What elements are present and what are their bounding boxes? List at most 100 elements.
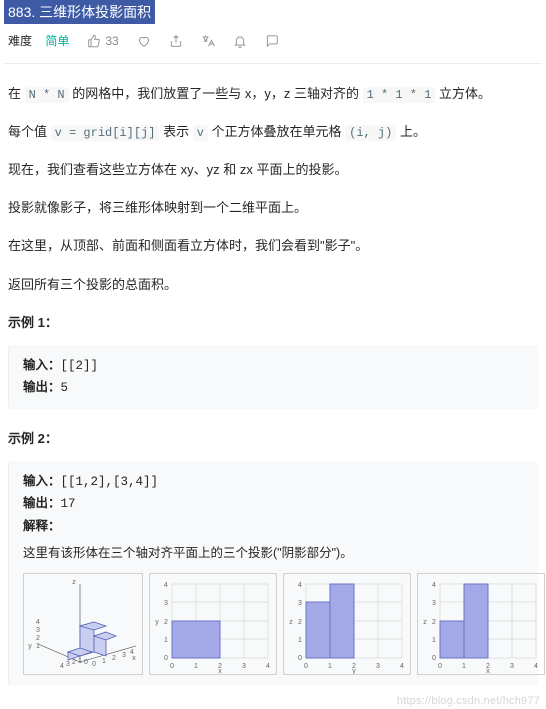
svg-text:3: 3	[36, 627, 40, 634]
text: 在	[8, 86, 25, 101]
svg-text:4: 4	[534, 663, 538, 670]
feedback-icon	[265, 34, 279, 48]
problem-content: 在 N * N 的网格中，我们放置了一些与 x，y，z 三轴对齐的 1 * 1 …	[4, 64, 542, 709]
svg-text:z: z	[72, 579, 76, 586]
svg-text:2: 2	[298, 619, 302, 626]
svg-text:1: 1	[328, 663, 332, 670]
inline-code: 1 * 1 * 1	[363, 87, 436, 103]
explain-label: 解释：	[23, 519, 61, 533]
figure-yz-projection: 01234 01234 yz	[283, 573, 411, 675]
svg-text:1: 1	[298, 637, 302, 644]
meta-row: 难度 简单 33	[4, 24, 542, 64]
text: 表示	[159, 124, 192, 139]
svg-text:0: 0	[164, 655, 168, 662]
svg-text:0: 0	[304, 663, 308, 670]
svg-text:0: 0	[438, 663, 442, 670]
figure-3d: y x z 4321 43210 01234	[23, 573, 143, 675]
paragraph: 返回所有三个投影的总面积。	[8, 273, 538, 297]
svg-text:x: x	[486, 668, 490, 674]
svg-text:x: x	[132, 655, 136, 662]
svg-text:2: 2	[432, 619, 436, 626]
inline-code: (i, j)	[345, 125, 396, 141]
svg-text:4: 4	[130, 649, 134, 656]
favorite-button[interactable]	[137, 34, 151, 48]
watermark: https://blog.csdn.net/hch977	[397, 695, 540, 707]
svg-text:2: 2	[112, 655, 116, 662]
inline-code: v = grid[i][j]	[51, 125, 160, 141]
paragraph: 在 N * N 的网格中，我们放置了一些与 x，y，z 三轴对齐的 1 * 1 …	[8, 82, 538, 106]
svg-text:0: 0	[170, 663, 174, 670]
svg-text:1: 1	[36, 643, 40, 650]
feedback-button[interactable]	[265, 34, 279, 48]
notify-button[interactable]	[233, 34, 247, 48]
text: 上。	[396, 124, 426, 139]
input-label: 输入：	[23, 358, 61, 372]
svg-text:0: 0	[92, 661, 96, 668]
svg-text:3: 3	[298, 600, 302, 607]
svg-text:2: 2	[72, 659, 76, 666]
svg-text:1: 1	[432, 637, 436, 644]
figure-zx-projection: 01234 01234 xz	[417, 573, 545, 675]
paragraph: 在这里，从顶部、前面和侧面看立方体时，我们会看到"影子"。	[8, 234, 538, 258]
share-icon	[169, 34, 183, 48]
input-value: [[1,2],[3,4]]	[61, 475, 159, 489]
explain-text: 这里有该形体在三个轴对齐平面上的三个投影("阴影部分")。	[23, 542, 524, 565]
like-button[interactable]: 33	[87, 34, 118, 48]
svg-text:2: 2	[36, 635, 40, 642]
svg-text:3: 3	[242, 663, 246, 670]
svg-text:y: y	[155, 619, 159, 626]
bell-icon	[233, 34, 247, 48]
svg-text:4: 4	[60, 663, 64, 670]
svg-text:4: 4	[432, 582, 436, 589]
paragraph: 投影就像影子，将三维形体映射到一个二维平面上。	[8, 196, 538, 220]
paragraph: 现在，我们查看这些立方体在 xy、yz 和 zx 平面上的投影。	[8, 158, 538, 182]
text: 立方体。	[435, 86, 491, 101]
svg-text:3: 3	[122, 652, 126, 659]
inline-code: v	[193, 125, 208, 141]
share-button[interactable]	[169, 34, 183, 48]
svg-text:0: 0	[432, 655, 436, 662]
translate-icon	[201, 34, 215, 48]
translate-button[interactable]	[201, 34, 215, 48]
figure-xy-projection: 01234 01234 xy	[149, 573, 277, 675]
svg-text:4: 4	[298, 582, 302, 589]
input-label: 输入：	[23, 474, 61, 488]
output-label: 输出：	[23, 380, 61, 394]
svg-text:3: 3	[432, 600, 436, 607]
thumbs-up-icon	[87, 34, 101, 48]
svg-text:1: 1	[78, 658, 82, 665]
output-value: 5	[61, 381, 69, 395]
svg-text:4: 4	[400, 663, 404, 670]
svg-text:4: 4	[164, 582, 168, 589]
paragraph: 每个值 v = grid[i][j] 表示 v 个正方体叠放在单元格 (i, j…	[8, 120, 538, 144]
problem-title: 883. 三维形体投影面积	[4, 0, 155, 24]
svg-text:3: 3	[66, 661, 70, 668]
svg-text:4: 4	[266, 663, 270, 670]
text: 每个值	[8, 124, 51, 139]
text: 个正方体叠放在单元格	[208, 124, 345, 139]
svg-text:z: z	[289, 619, 293, 626]
svg-text:3: 3	[510, 663, 514, 670]
output-value: 17	[61, 497, 76, 511]
heart-icon	[137, 34, 151, 48]
svg-text:1: 1	[102, 658, 106, 665]
example-title: 示例 1：	[8, 311, 538, 335]
example-title: 示例 2：	[8, 427, 538, 451]
output-label: 输出：	[23, 496, 61, 510]
svg-text:x: x	[218, 668, 222, 674]
svg-text:3: 3	[164, 600, 168, 607]
example-box: 输入：[[2]] 输出：5	[8, 345, 538, 410]
figure-row: y x z 4321 43210 01234	[23, 573, 524, 675]
text: 的网格中，我们放置了一些与 x，y，z 三轴对齐的	[69, 86, 363, 101]
svg-text:0: 0	[84, 659, 88, 666]
difficulty-label: 难度	[8, 34, 32, 48]
svg-text:y: y	[28, 643, 32, 650]
svg-text:0: 0	[298, 655, 302, 662]
input-value: [[2]]	[61, 359, 99, 373]
svg-text:4: 4	[36, 619, 40, 626]
svg-text:2: 2	[164, 619, 168, 626]
svg-text:z: z	[423, 619, 427, 626]
svg-text:1: 1	[462, 663, 466, 670]
like-count: 33	[105, 34, 118, 48]
svg-text:1: 1	[194, 663, 198, 670]
